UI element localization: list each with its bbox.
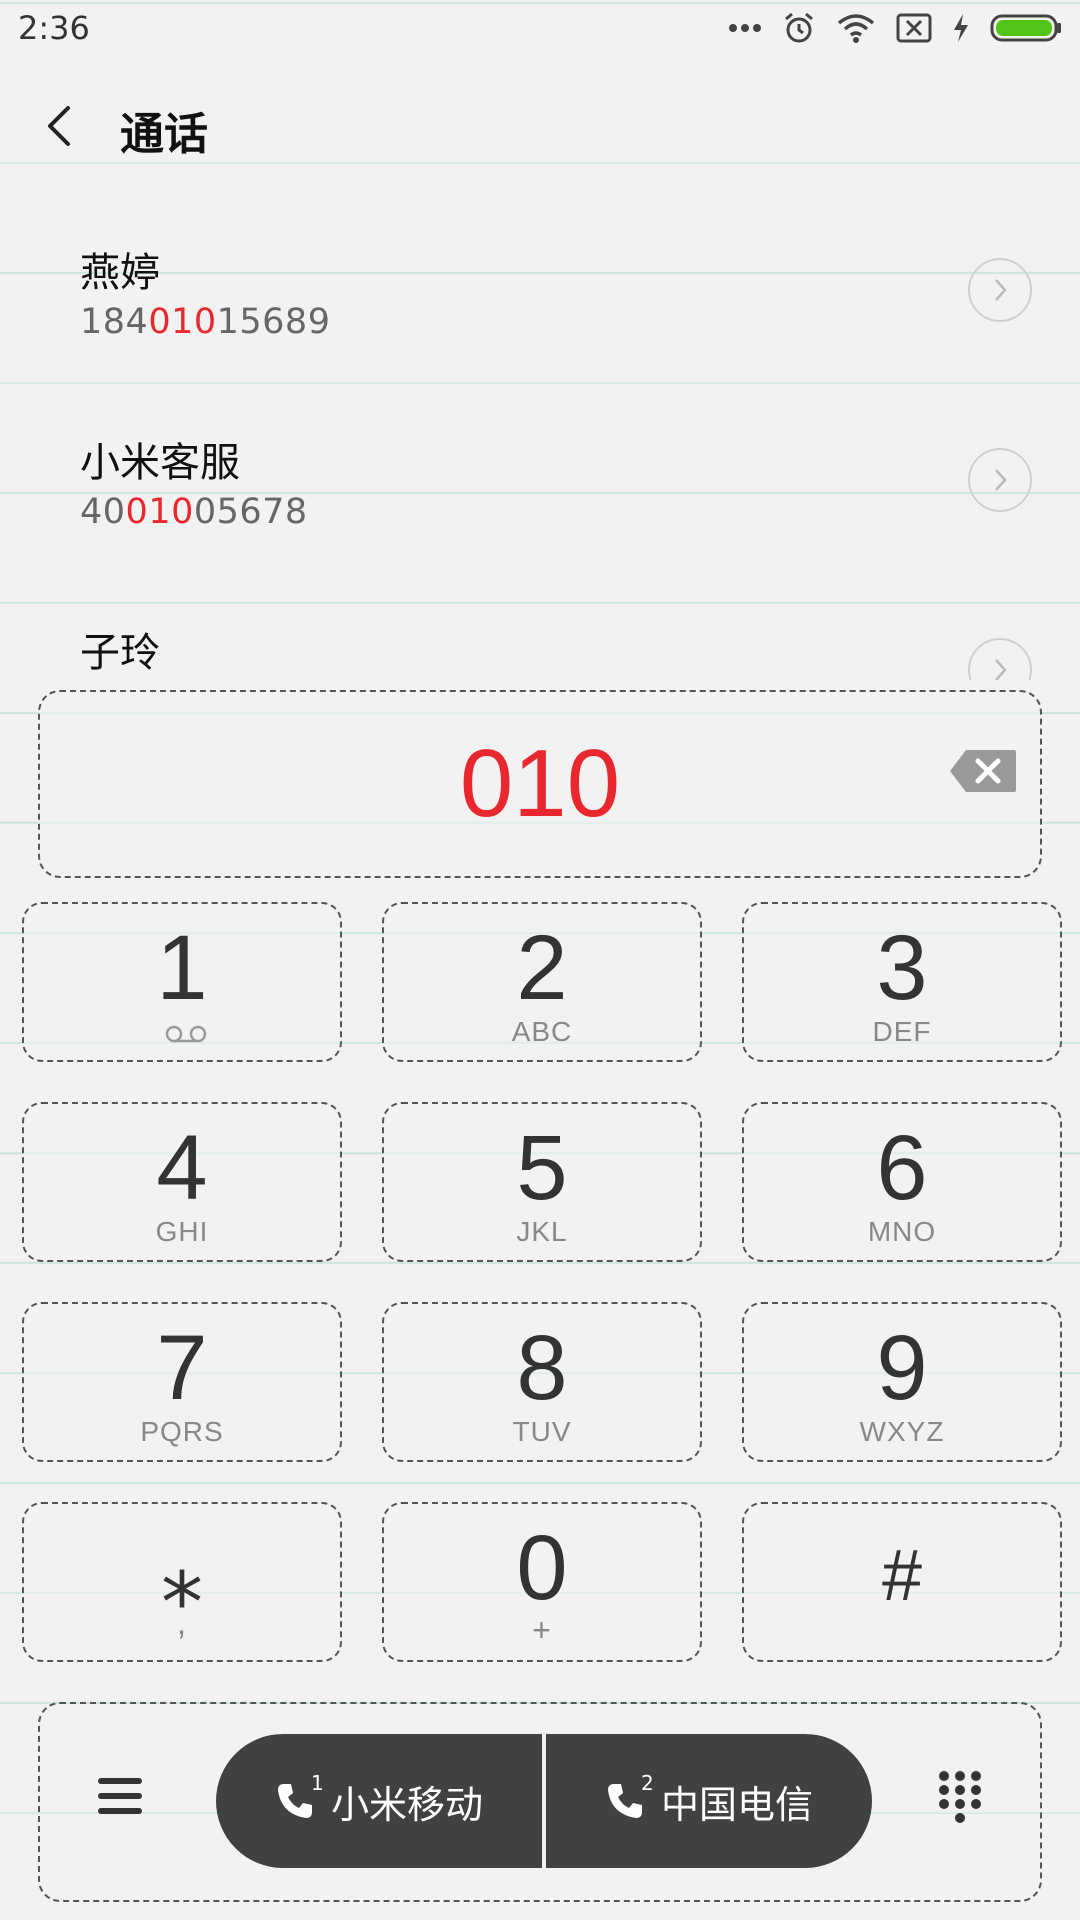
contact-item[interactable]: 小米客服 4001005678: [0, 430, 1080, 570]
status-time: 2:36: [18, 9, 90, 47]
key-9[interactable]: 9 WXYZ: [742, 1302, 1062, 1462]
call-buttons: 1 小米移动 2 中国电信: [216, 1734, 872, 1868]
header: 通话: [0, 90, 1080, 162]
phone-icon: 1: [275, 1771, 324, 1821]
contact-details-button[interactable]: [968, 448, 1032, 512]
charging-bolt-icon: [952, 13, 970, 43]
more-dots-icon: [728, 23, 762, 33]
key-7[interactable]: 7 PQRS: [22, 1302, 342, 1462]
contact-number: 18401015689: [80, 302, 331, 342]
chevron-right-icon: [995, 279, 1007, 301]
menu-button[interactable]: [96, 1774, 144, 1818]
bottom-action-bar: 1 小米移动 2 中国电信: [38, 1702, 1042, 1902]
voicemail-icon: [165, 1025, 207, 1043]
phone-icon: 2: [605, 1771, 654, 1821]
key-0[interactable]: 0 +: [382, 1502, 702, 1662]
key-8[interactable]: 8 TUV: [382, 1302, 702, 1462]
contact-number: 4001005678: [80, 492, 308, 532]
status-bar: 2:36: [0, 0, 1080, 56]
contact-name: 子玲: [80, 630, 160, 676]
back-button[interactable]: [40, 102, 80, 150]
page-title: 通话: [120, 109, 208, 160]
backspace-icon: [950, 750, 1016, 792]
key-2[interactable]: 2 ABC: [382, 902, 702, 1062]
chevron-right-icon: [995, 659, 1007, 680]
no-sim-icon: [896, 13, 932, 43]
battery-icon: [990, 13, 1062, 43]
key-4[interactable]: 4 GHI: [22, 1102, 342, 1262]
alarm-icon: [782, 11, 816, 45]
call-sim2-button[interactable]: 2 中国电信: [546, 1734, 872, 1868]
contact-details-button[interactable]: [968, 638, 1032, 680]
menu-icon: [98, 1778, 142, 1814]
key-star[interactable]: ⁎ ,: [22, 1502, 342, 1662]
wifi-icon: [836, 12, 876, 44]
call-sim1-button[interactable]: 1 小米移动: [216, 1734, 542, 1868]
dialed-number: 010: [459, 730, 621, 837]
dialpad-toggle-button[interactable]: [936, 1770, 984, 1834]
contact-item[interactable]: 子玲: [0, 620, 1080, 680]
key-1[interactable]: 1: [22, 902, 342, 1062]
backspace-button[interactable]: [948, 748, 1018, 794]
status-icons: [728, 11, 1062, 45]
contact-name: 小米客服: [80, 440, 240, 486]
dialpad-icon: [939, 1771, 981, 1823]
key-6[interactable]: 6 MNO: [742, 1102, 1062, 1262]
sim2-label: 中国电信: [660, 1782, 813, 1827]
contact-item[interactable]: 燕婷 18401015689: [0, 240, 1080, 380]
chevron-left-icon: [48, 106, 70, 146]
dialed-number-box: 010: [38, 690, 1042, 878]
chevron-right-icon: [995, 469, 1007, 491]
key-3[interactable]: 3 DEF: [742, 902, 1062, 1062]
key-hash[interactable]: #: [742, 1502, 1062, 1662]
key-5[interactable]: 5 JKL: [382, 1102, 702, 1262]
sim1-label: 小米移动: [330, 1782, 483, 1827]
contact-details-button[interactable]: [968, 258, 1032, 322]
contact-name: 燕婷: [80, 250, 160, 296]
